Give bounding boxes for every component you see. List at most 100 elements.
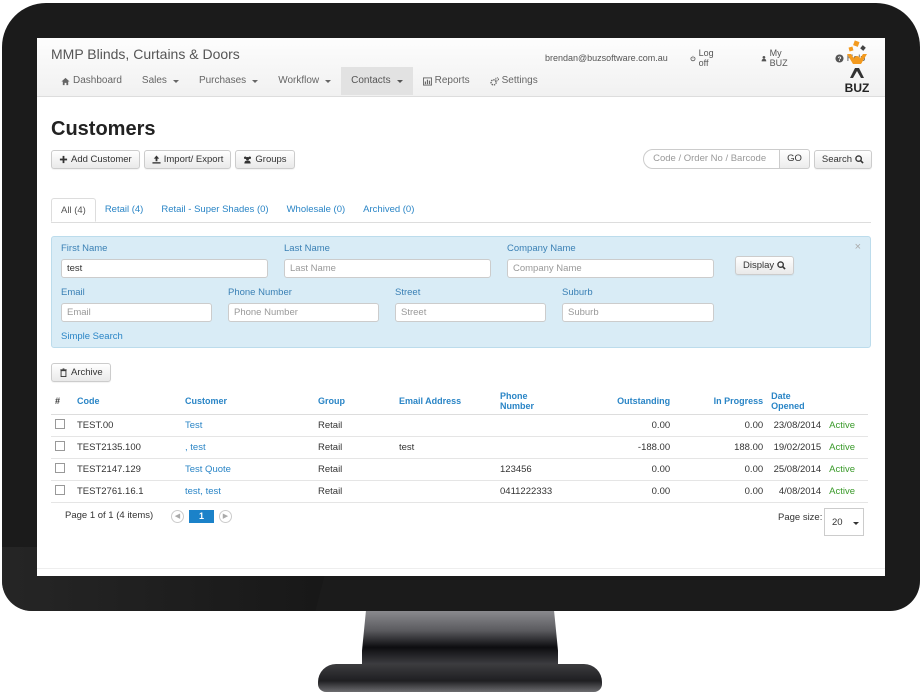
cell-email: [395, 414, 496, 437]
row-checkbox[interactable]: [55, 463, 65, 473]
power-icon: [690, 55, 696, 61]
nav-settings[interactable]: Settings: [480, 67, 548, 95]
quick-search-input[interactable]: Code / Order No / Barcode: [643, 149, 781, 169]
col-group[interactable]: Group: [314, 388, 395, 415]
first-name-label: First Name: [61, 243, 108, 254]
company-name-label: Company Name: [507, 243, 576, 254]
user-menu: brendan@buzsoftware.com.au Log off My BU…: [545, 48, 885, 68]
col-customer[interactable]: Customer: [181, 388, 314, 415]
cell-outstanding: 0.00: [556, 480, 675, 503]
customer-link[interactable]: Test: [185, 420, 202, 431]
nav-dashboard[interactable]: Dashboard: [51, 67, 132, 95]
display-label: Display: [743, 260, 775, 271]
footer-divider: [37, 568, 885, 569]
row-checkbox[interactable]: [55, 441, 65, 451]
logoff-link[interactable]: Log off: [690, 48, 739, 68]
col-outstanding[interactable]: Outstanding: [556, 388, 675, 415]
page-size-label: Page size:: [778, 512, 823, 523]
tab-archived[interactable]: Archived (0): [354, 198, 423, 222]
page-size-value: 20: [832, 517, 843, 528]
cell-group: Retail: [314, 436, 395, 459]
cell-code: TEST2761.16.1: [73, 480, 181, 503]
first-name-input[interactable]: test: [61, 259, 268, 278]
nav-sales-label: Sales: [141, 75, 167, 86]
email-input[interactable]: Email: [61, 303, 212, 322]
last-name-input[interactable]: Last Name: [284, 259, 491, 278]
cell-in-progress: 188.00: [674, 436, 768, 459]
page-toolbar: Add Customer Import/ Export Groups: [51, 150, 295, 169]
col-phone[interactable]: Phone Number: [496, 388, 557, 415]
email-label: Email: [61, 287, 85, 298]
display-button[interactable]: Display: [735, 256, 795, 275]
tab-retail[interactable]: Retail (4): [96, 198, 153, 222]
nav-workflow-label: Workflow: [278, 75, 320, 86]
next-page-icon[interactable]: ▶: [219, 510, 232, 523]
prev-page-icon[interactable]: ◀: [171, 510, 184, 523]
pagination: Page 1 of 1 (4 items) ◀ 1 ▶ Page size: 2…: [51, 506, 871, 540]
chevron-down-icon: [252, 79, 259, 83]
import-export-label: Import/ Export: [163, 154, 224, 165]
table-header: # Code Customer Group Email Address Phon…: [51, 388, 868, 415]
suburb-label: Suburb: [562, 287, 593, 298]
cell-email: [395, 480, 496, 503]
suburb-input[interactable]: Suburb: [562, 303, 714, 322]
current-page-button[interactable]: 1: [189, 510, 214, 523]
col-code[interactable]: Code: [73, 388, 181, 415]
user-email[interactable]: brendan@buzsoftware.com.au: [545, 48, 668, 68]
tab-retail-super-shades[interactable]: Retail - Super Shades (0): [152, 198, 277, 222]
table-row[interactable]: TEST2147.129 Test Quote Retail 123456 0.…: [51, 458, 868, 481]
col-date-opened[interactable]: Date Opened: [767, 388, 826, 415]
row-checkbox[interactable]: [55, 419, 65, 429]
mybuz-link[interactable]: My BUZ: [761, 48, 813, 68]
mybuz-label: My BUZ: [769, 48, 788, 68]
cell-date-opened: 23/08/2014: [767, 414, 826, 437]
nav-contacts[interactable]: Contacts: [341, 67, 413, 95]
nav-workflow[interactable]: Workflow: [268, 67, 341, 95]
quick-search: Code / Order No / Barcode GO Search: [643, 149, 872, 169]
street-input[interactable]: Street: [395, 303, 546, 322]
row-checkbox[interactable]: [55, 485, 65, 495]
add-customer-button[interactable]: Add Customer: [51, 150, 140, 169]
go-button[interactable]: GO: [780, 149, 810, 169]
import-export-button[interactable]: Import/ Export: [143, 150, 232, 169]
table-row[interactable]: TEST.00 Test Retail 0.00 0.00 23/08/2014…: [51, 414, 868, 437]
customer-link[interactable]: test, test: [185, 486, 221, 497]
cell-phone: 123456: [496, 458, 557, 481]
nav-sales[interactable]: Sales: [132, 67, 189, 95]
cell-date-opened: 25/08/2014: [767, 458, 826, 481]
user-icon: [761, 55, 767, 61]
nav-reports[interactable]: Reports: [413, 67, 480, 95]
cell-date-opened: 4/08/2014: [767, 480, 826, 503]
advanced-search-panel: × First Name test Last Name Last Name Co…: [51, 236, 871, 348]
page-size-select[interactable]: 20: [824, 508, 864, 536]
nav-dashboard-label: Dashboard: [73, 75, 122, 86]
search-button[interactable]: Search: [813, 149, 872, 169]
chevron-down-icon: [853, 522, 859, 525]
customer-link[interactable]: Test Quote: [185, 464, 231, 475]
table-row[interactable]: TEST2761.16.1 test, test Retail 04112223…: [51, 480, 868, 503]
table-row[interactable]: TEST2135.100 , test Retail test -188.00 …: [51, 436, 868, 459]
customer-tabs: All (4) Retail (4) Retail - Super Shades…: [51, 198, 871, 223]
col-select: #: [51, 388, 73, 415]
nav-purchases[interactable]: Purchases: [189, 67, 268, 95]
chevron-down-icon: [325, 79, 332, 83]
customers-table: # Code Customer Group Email Address Phon…: [51, 388, 868, 503]
customer-link[interactable]: , test: [185, 442, 206, 453]
search-icon: [777, 261, 786, 270]
groups-button[interactable]: Groups: [235, 150, 295, 169]
buz-logo[interactable]: BUZ: [841, 40, 873, 94]
logoff-label: Log off: [698, 48, 714, 68]
archive-button[interactable]: Archive: [51, 363, 111, 382]
col-email[interactable]: Email Address: [395, 388, 496, 415]
phone-input[interactable]: Phone Number: [228, 303, 379, 322]
cell-in-progress: 0.00: [674, 480, 768, 503]
col-in-progress[interactable]: In Progress: [674, 388, 768, 415]
tab-wholesale[interactable]: Wholesale (0): [278, 198, 355, 222]
close-icon[interactable]: ×: [855, 241, 861, 253]
street-label: Street: [395, 287, 421, 298]
status-badge: Active: [825, 436, 868, 459]
cell-outstanding: 0.00: [556, 414, 675, 437]
simple-search-link[interactable]: Simple Search: [61, 331, 123, 342]
company-name-input[interactable]: Company Name: [507, 259, 714, 278]
tab-all[interactable]: All (4): [51, 198, 96, 222]
